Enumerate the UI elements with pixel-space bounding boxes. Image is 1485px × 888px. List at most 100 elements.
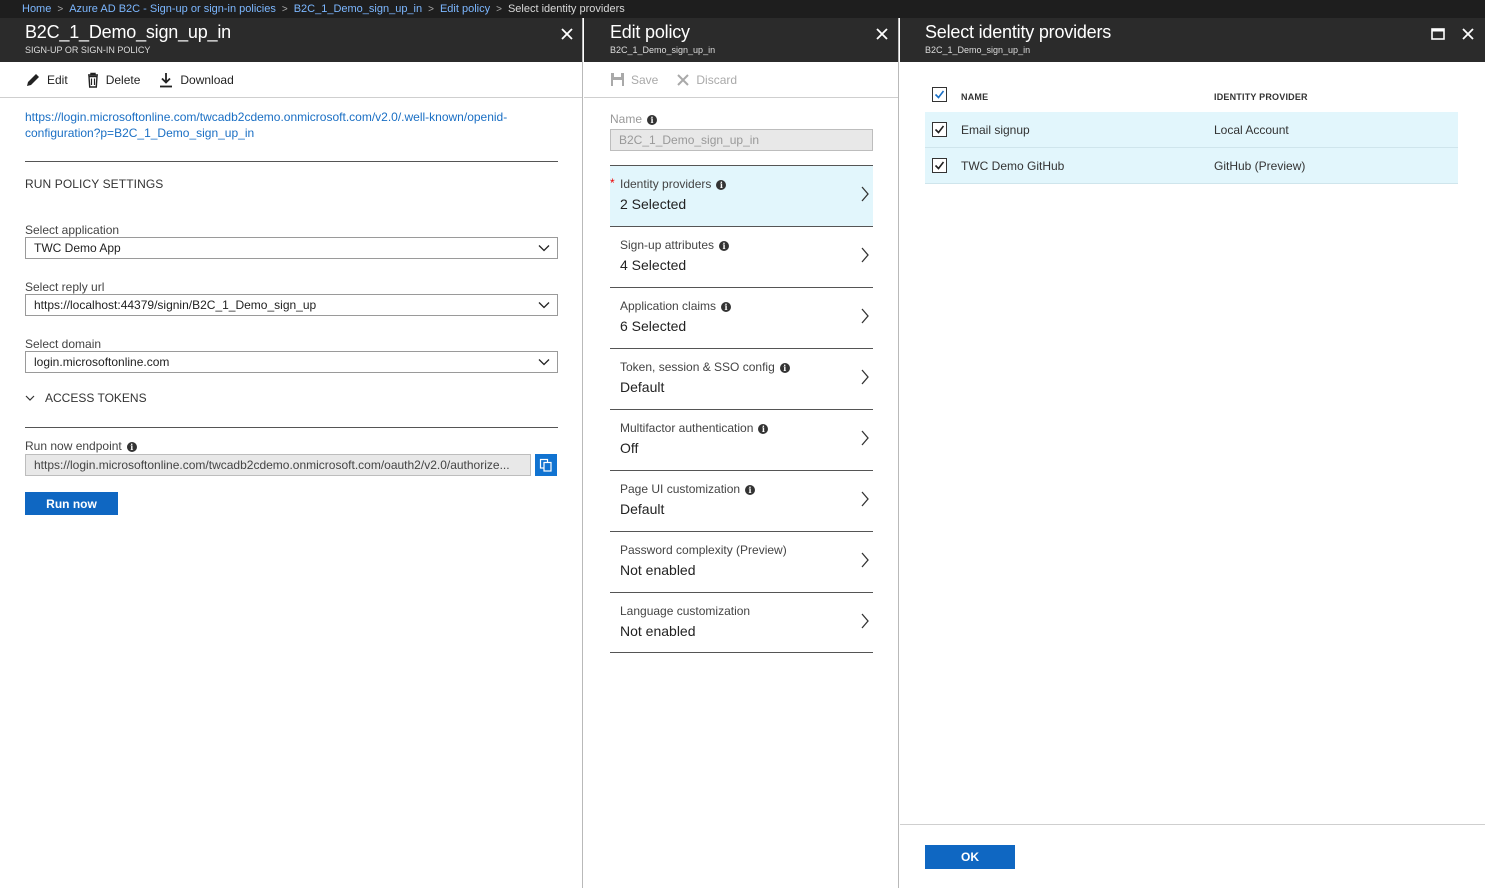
close-icon[interactable]: [871, 23, 893, 45]
nav-item-value: Not enabled: [620, 562, 696, 578]
nav-item-token-session-sso[interactable]: Token, session & SSO config i Default: [610, 348, 873, 409]
select-domain-label: Select domain: [25, 337, 102, 351]
save-button[interactable]: Save: [610, 72, 658, 87]
nav-item-signup-attributes[interactable]: Sign-up attributes i 4 Selected: [610, 226, 873, 287]
edit-policy-blade: Edit policy B2C_1_Demo_sign_up_in Save D…: [584, 18, 899, 888]
info-icon[interactable]: i: [647, 115, 658, 125]
table-row[interactable]: Email signup Local Account: [925, 112, 1458, 148]
nav-item-application-claims[interactable]: Application claims i 6 Selected: [610, 287, 873, 348]
chevron-down-icon: [25, 395, 35, 401]
run-now-endpoint-field[interactable]: https://login.microsoftonline.com/twcadb…: [25, 454, 531, 476]
select-all-checkbox[interactable]: [932, 87, 947, 102]
nav-item-label-text: Page UI customization: [620, 482, 741, 496]
download-button[interactable]: Download: [158, 72, 234, 88]
breadcrumb-separator-icon: >: [428, 3, 434, 15]
nav-item-multifactor[interactable]: Multifactor authentication i Off: [610, 409, 873, 470]
copy-icon: [539, 458, 552, 472]
nav-item-label-text: Sign-up attributes: [620, 238, 715, 252]
nav-item-label-text: Identity providers: [620, 177, 712, 191]
delete-label: Delete: [105, 72, 141, 87]
select-reply-url-dropdown[interactable]: https://localhost:44379/signin/B2C_1_Dem…: [25, 294, 558, 316]
nav-item-language[interactable]: Language customization Not enabled: [610, 592, 873, 653]
select-application-dropdown[interactable]: TWC Demo App: [25, 237, 558, 259]
breadcrumb-b2c-policies[interactable]: Azure AD B2C - Sign-up or sign-in polici…: [69, 3, 276, 15]
nav-item-label-text: Application claims: [620, 299, 717, 313]
blade-header: Select identity providers B2C_1_Demo_sig…: [900, 18, 1485, 62]
blade-header: B2C_1_Demo_sign_up_in SIGN-UP OR SIGN-IN…: [0, 18, 582, 62]
close-icon[interactable]: [556, 23, 578, 45]
info-icon[interactable]: i: [716, 180, 727, 190]
ok-button[interactable]: OK: [925, 845, 1015, 869]
nav-item-label: Sign-up attributes i: [620, 238, 730, 252]
info-icon[interactable]: i: [758, 424, 769, 434]
openid-config-link[interactable]: https://login.microsoftonline.com/twcadb…: [25, 109, 545, 141]
chevron-right-icon: [861, 552, 869, 568]
run-now-button[interactable]: Run now: [25, 492, 118, 515]
edit-button[interactable]: Edit: [25, 72, 68, 88]
nav-item-label-text: Password complexity (Preview): [620, 543, 787, 557]
delete-button[interactable]: Delete: [86, 72, 141, 88]
trash-icon: [87, 72, 98, 88]
nav-item-page-ui[interactable]: Page UI customization i Default: [610, 470, 873, 531]
discard-button[interactable]: Discard: [676, 73, 737, 87]
nav-item-identity-providers[interactable]: * Identity providers i 2 Selected: [610, 165, 873, 226]
nav-item-value: Not enabled: [620, 623, 696, 639]
close-icon: [677, 73, 690, 86]
name-label-text: Name: [610, 112, 643, 126]
nav-item-label: Application claims i: [620, 299, 732, 313]
divider: [610, 652, 873, 653]
info-icon[interactable]: i: [719, 241, 730, 251]
info-icon[interactable]: i: [126, 442, 137, 452]
blade-title: Edit policy: [610, 22, 690, 42]
select-domain-dropdown[interactable]: login.microsoftonline.com: [25, 351, 558, 373]
run-now-endpoint-label: Run now endpoint i: [25, 439, 137, 453]
divider: [25, 161, 558, 162]
column-header-name[interactable]: NAME: [961, 92, 988, 102]
nav-item-label: Page UI customization i: [620, 482, 756, 496]
row-checkbox[interactable]: [932, 158, 947, 173]
breadcrumb: Home > Azure AD B2C - Sign-up or sign-in…: [0, 0, 1485, 18]
nav-item-label: Token, session & SSO config i: [620, 360, 790, 374]
divider: [25, 427, 558, 428]
toolbar: Save Discard: [584, 62, 898, 98]
required-marker: *: [610, 176, 615, 190]
info-icon[interactable]: i: [745, 485, 756, 495]
nav-item-label: Password complexity (Preview): [620, 543, 787, 557]
breadcrumb-home[interactable]: Home: [22, 3, 51, 15]
save-label: Save: [631, 72, 659, 87]
close-icon[interactable]: [1457, 23, 1479, 45]
chevron-right-icon: [861, 369, 869, 385]
blade-subtitle: B2C_1_Demo_sign_up_in: [925, 45, 1031, 55]
row-checkbox[interactable]: [932, 122, 947, 137]
info-icon[interactable]: i: [779, 363, 790, 373]
policy-name-field[interactable]: B2C_1_Demo_sign_up_in: [610, 129, 873, 151]
nav-item-label-text: Multifactor authentication: [620, 421, 754, 435]
row-provider: GitHub (Preview): [1214, 159, 1306, 173]
nav-item-label: Identity providers i: [620, 177, 727, 191]
chevron-right-icon: [861, 247, 869, 263]
nav-item-label-text: Language customization: [620, 604, 751, 618]
breadcrumb-edit-policy[interactable]: Edit policy: [440, 3, 490, 15]
blade-header: Edit policy B2C_1_Demo_sign_up_in: [584, 18, 898, 62]
run-now-endpoint-label-text: Run now endpoint: [25, 439, 122, 453]
copy-button[interactable]: [535, 454, 557, 476]
save-icon: [611, 73, 624, 86]
select-identity-providers-blade: Select identity providers B2C_1_Demo_sig…: [900, 18, 1485, 888]
maximize-icon[interactable]: [1427, 23, 1449, 45]
nav-item-label-text: Token, session & SSO config: [620, 360, 775, 374]
access-tokens-toggle[interactable]: ACCESS TOKENS: [25, 391, 147, 405]
nav-item-value: Off: [620, 440, 639, 456]
discard-label: Discard: [696, 72, 738, 87]
nav-item-label: Language customization: [620, 604, 750, 618]
pencil-icon: [27, 73, 39, 86]
blade-subtitle: B2C_1_Demo_sign_up_in: [610, 45, 716, 55]
info-icon[interactable]: i: [721, 302, 732, 312]
breadcrumb-policy[interactable]: B2C_1_Demo_sign_up_in: [294, 3, 422, 15]
chevron-down-icon: [538, 359, 550, 366]
table-header: NAME IDENTITY PROVIDER: [925, 82, 1458, 113]
table-row[interactable]: TWC Demo GitHub GitHub (Preview): [925, 148, 1458, 184]
column-header-identity-provider[interactable]: IDENTITY PROVIDER: [1214, 92, 1308, 102]
breadcrumb-current: Select identity providers: [507, 3, 625, 15]
chevron-down-icon: [538, 302, 550, 309]
nav-item-password-complexity[interactable]: Password complexity (Preview) Not enabled: [610, 531, 873, 592]
